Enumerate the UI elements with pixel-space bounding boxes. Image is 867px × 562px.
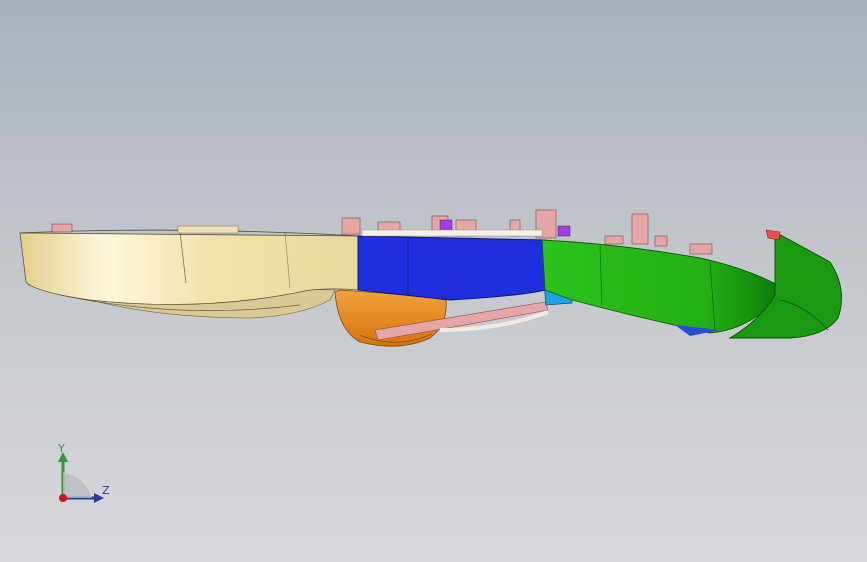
purple-detail-2 xyxy=(557,225,571,237)
blue-section xyxy=(357,235,546,301)
shell-clip-1 xyxy=(51,223,73,233)
green-section xyxy=(541,239,779,334)
shell-clip-2 xyxy=(177,225,239,234)
red-tip xyxy=(765,229,781,241)
axis-y-label: Y xyxy=(58,442,65,455)
3d-model-view[interactable] xyxy=(0,0,867,562)
axis-triad: Y Z xyxy=(48,440,118,510)
axis-z-label: Z xyxy=(102,484,110,497)
cad-viewport[interactable]: Y Z xyxy=(0,0,867,562)
white-rail xyxy=(361,229,543,237)
